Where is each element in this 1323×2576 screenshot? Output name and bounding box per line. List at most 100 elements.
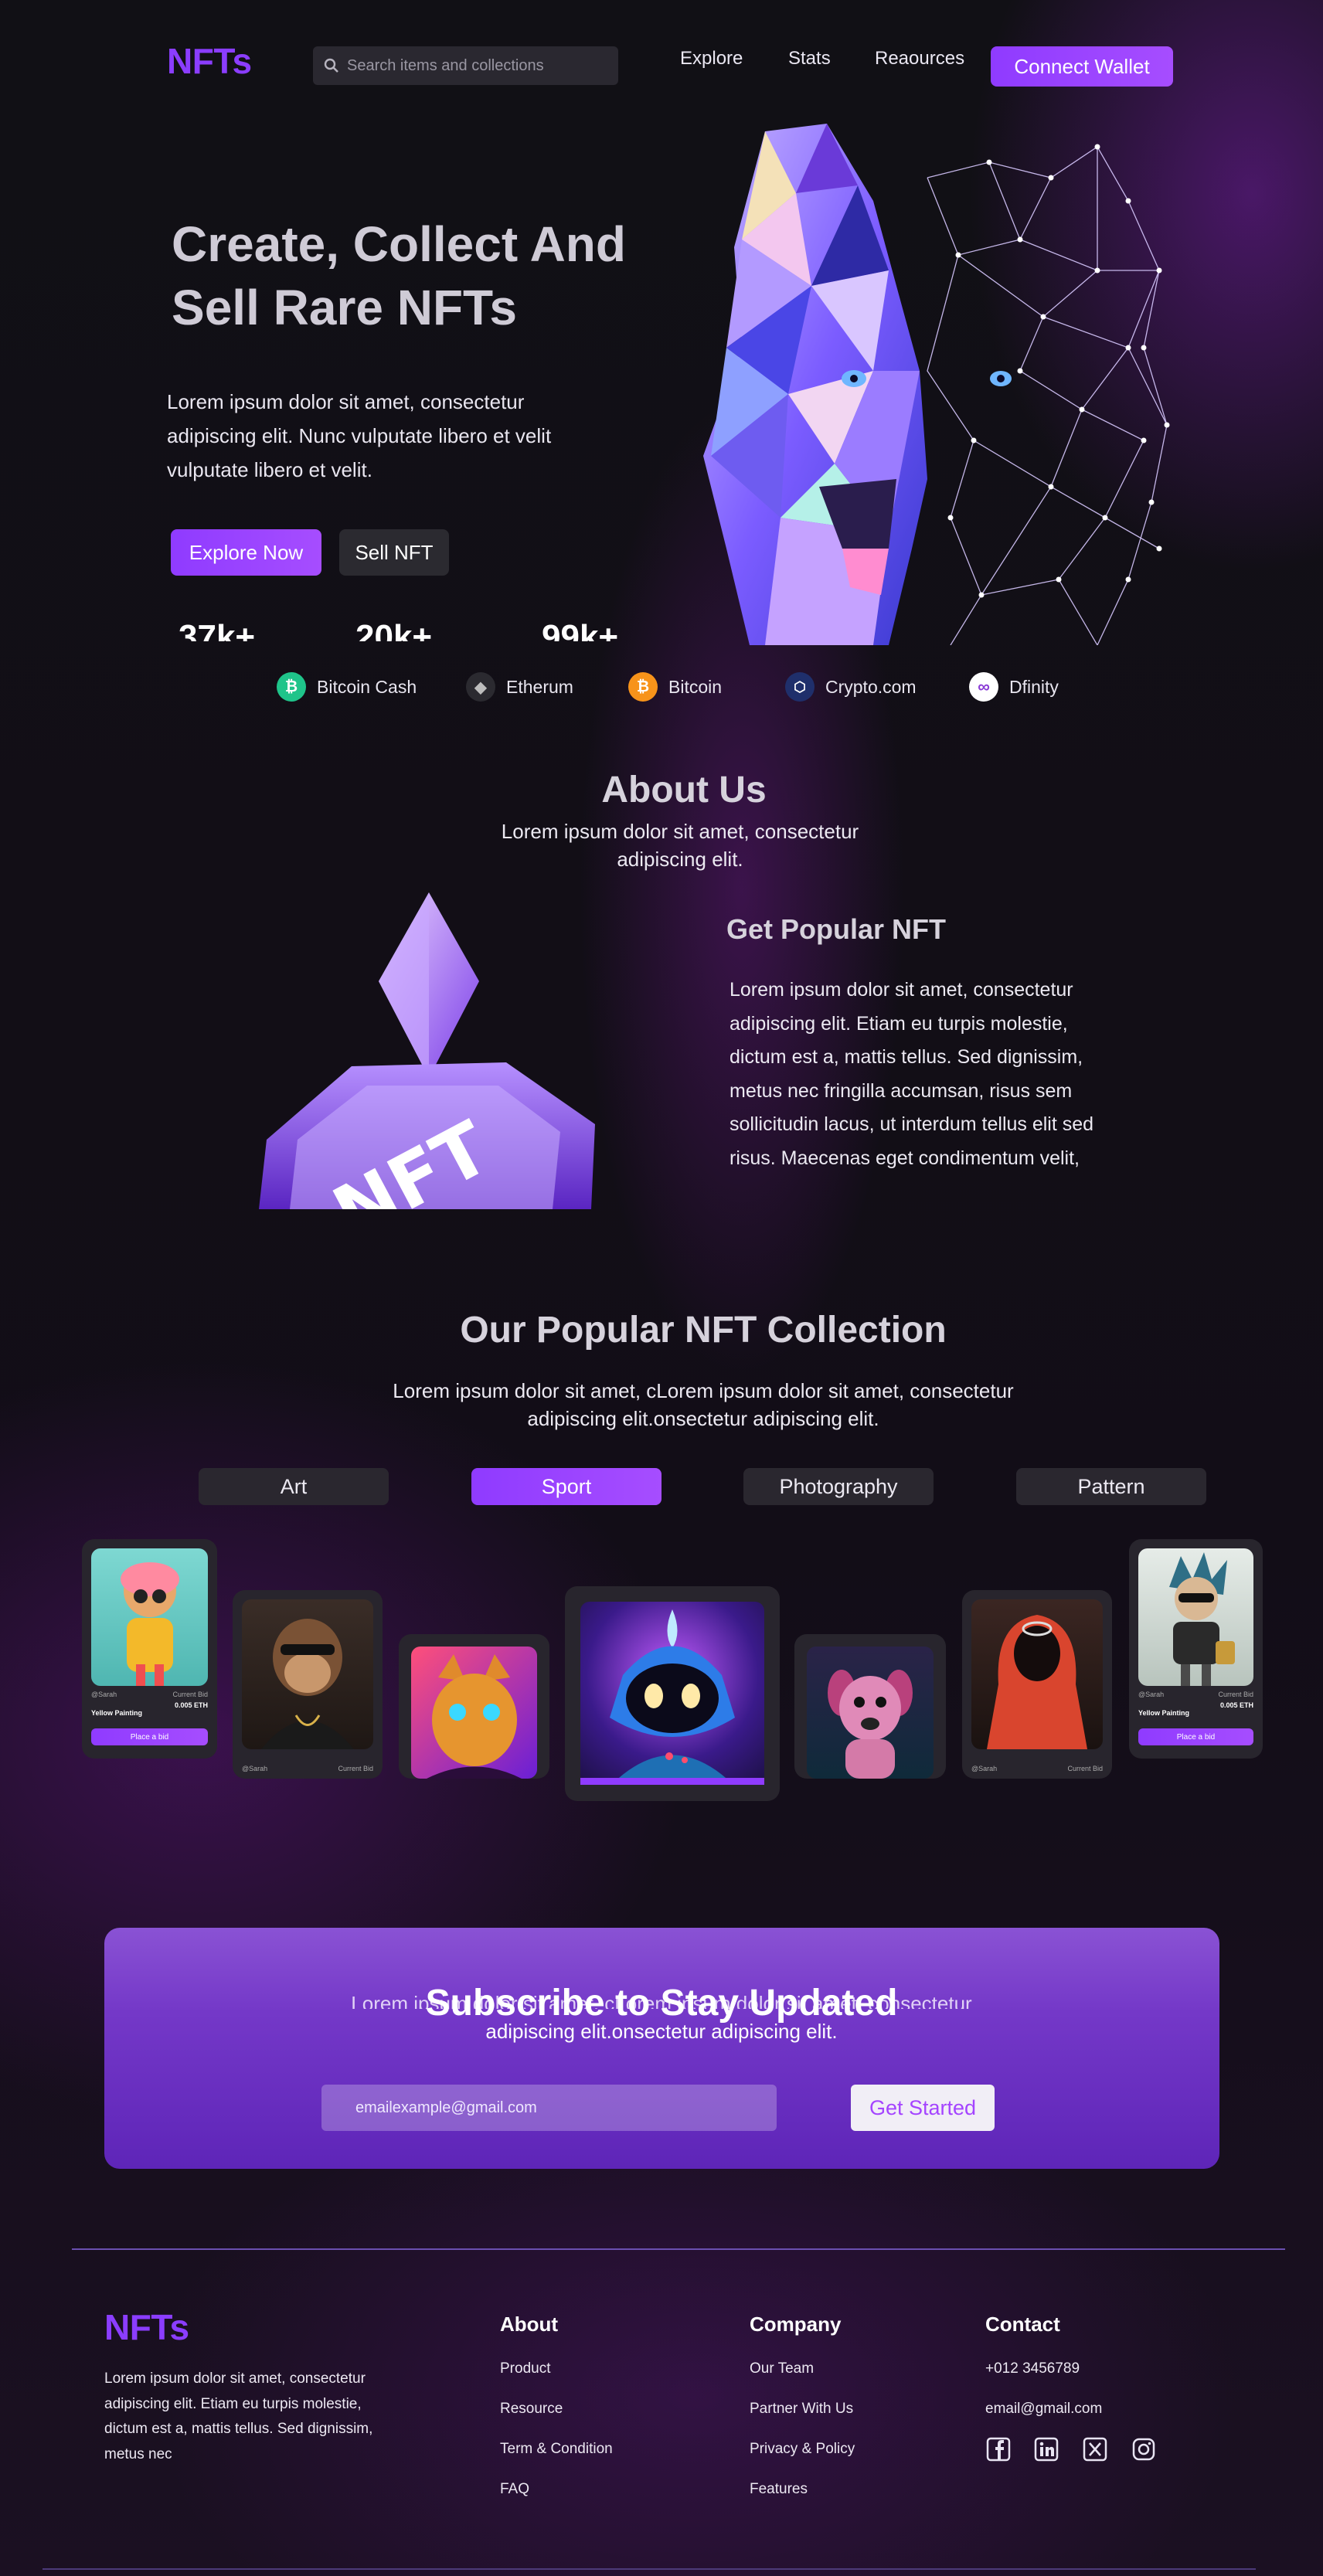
place-bid-button[interactable]: Place a bid: [91, 1728, 208, 1745]
subscribe-title: Subscribe to Stay Updated: [425, 1983, 898, 2024]
nft-card-featured[interactable]: [565, 1586, 780, 1801]
footer-bottom-divider: [43, 2568, 1256, 2570]
card-price: 0.005 ETH: [1219, 1701, 1253, 1709]
footer-link-team[interactable]: Our Team: [750, 2360, 814, 2377]
about-description-text: Lorem ipsum dolor sit amet, consectetur …: [730, 979, 1094, 1169]
nft-card-image: [91, 1548, 208, 1686]
sell-nft-button[interactable]: Sell NFT: [339, 529, 449, 576]
footer-link-partner[interactable]: Partner With Us: [750, 2401, 853, 2418]
nft-3d-image: NFT: [251, 892, 599, 1209]
nft-card[interactable]: @Sarah Current Bid: [962, 1590, 1112, 1779]
popular-nft-heading: Get Popular NFT: [726, 913, 947, 945]
logo[interactable]: NFTs: [167, 40, 252, 82]
hero-title-line-2: Sell Rare NFTs: [172, 280, 517, 335]
card-bid-label: Current Bid: [1067, 1765, 1103, 1772]
nft-card[interactable]: @Sarah Current Bid 0.005 ETH Yellow Pain…: [1129, 1539, 1263, 1759]
nft-card-image: [242, 1599, 373, 1749]
footer-email[interactable]: email@gmail.com: [985, 2401, 1102, 2418]
dfinity-icon: ∞: [969, 672, 998, 702]
card-progress-bar: [580, 1778, 764, 1785]
crypto-label: Dfinity: [1009, 676, 1059, 697]
nft-card-image: [580, 1602, 764, 1785]
nft-card[interactable]: @Sarah Current Bid: [233, 1590, 383, 1779]
search-input[interactable]: [347, 56, 602, 75]
about-title: About Us: [601, 770, 767, 811]
subscribe-text-line-2: adipiscing elit.onsectetur adipiscing el…: [485, 2020, 838, 2043]
card-title: Yellow Painting: [1138, 1709, 1190, 1717]
nav-resources[interactable]: Reaources: [875, 48, 964, 70]
crypto-label: Bitcoin: [668, 676, 723, 697]
card-bid-label: Current Bid: [338, 1765, 373, 1772]
tab-art[interactable]: Art: [199, 1468, 389, 1505]
crypto-crypto-com[interactable]: ⬡ Crypto.com: [785, 672, 917, 702]
footer-link-features[interactable]: Features: [750, 2481, 808, 2498]
card-author: @Sarah: [91, 1691, 117, 1698]
footer-link-faq[interactable]: FAQ: [500, 2481, 529, 2498]
hero-wolf-image: [696, 116, 1175, 646]
collection-title: Our Popular NFT Collection: [460, 1310, 947, 1351]
crypto-bitcoin[interactable]: ₿ Bitcoin: [628, 672, 722, 702]
tab-pattern[interactable]: Pattern: [1016, 1468, 1206, 1505]
nft-card-image: [971, 1599, 1103, 1749]
footer-contact-title: Contact: [985, 2313, 1060, 2336]
crypto-com-icon: ⬡: [785, 672, 815, 702]
stat-value: 20k+: [355, 618, 433, 641]
search-icon: [324, 58, 338, 73]
card-title: Yellow Painting: [91, 1709, 143, 1717]
footer-about-title: About: [500, 2313, 559, 2336]
footer-company-title: Company: [750, 2313, 842, 2336]
crypto-label: Crypto.com: [825, 676, 917, 697]
bitcoin-cash-icon: ₿: [277, 672, 306, 702]
place-bid-button[interactable]: Place a bid: [1138, 1728, 1253, 1745]
footer-link-product[interactable]: Product: [500, 2360, 550, 2377]
card-bid-label: Current Bid: [1218, 1691, 1253, 1698]
explore-now-button[interactable]: Explore Now: [171, 529, 321, 576]
hero-title: Create, Collect And Sell Rare NFTs: [172, 212, 666, 339]
crypto-label: Etherum: [506, 676, 573, 697]
card-author: @Sarah: [242, 1765, 268, 1772]
footer-description: Lorem ipsum dolor sit amet, consectetur …: [104, 2370, 373, 2462]
bitcoin-icon: ₿: [628, 672, 658, 702]
nav-explore[interactable]: Explore: [680, 48, 743, 70]
linkedin-icon[interactable]: [1033, 2436, 1059, 2462]
instagram-icon[interactable]: [1131, 2436, 1157, 2462]
crypto-bitcoin-cash[interactable]: ₿ Bitcoin Cash: [277, 672, 417, 702]
tab-photography[interactable]: Photography: [743, 1468, 934, 1505]
footer-phone[interactable]: +012 3456789: [985, 2360, 1080, 2377]
about-description: Lorem ipsum dolor sit amet, consectetur …: [730, 974, 1116, 1209]
x-icon[interactable]: [1082, 2436, 1108, 2462]
tab-sport[interactable]: Sport: [471, 1468, 662, 1505]
card-price: 0.005 ETH: [174, 1701, 208, 1709]
get-started-button[interactable]: Get Started: [851, 2085, 995, 2131]
card-author: @Sarah: [1138, 1691, 1165, 1698]
crypto-ethereum[interactable]: ◆ Etherum: [466, 672, 573, 702]
footer-divider: [72, 2248, 1285, 2250]
facebook-icon[interactable]: [985, 2436, 1012, 2462]
collection-subtitle: Lorem ipsum dolor sit amet, cLorem ipsum…: [393, 1379, 1014, 1430]
stat-value: 99k+: [542, 618, 619, 641]
crypto-label: Bitcoin Cash: [317, 676, 417, 697]
email-input[interactable]: [321, 2085, 777, 2131]
nav-stats[interactable]: Stats: [788, 48, 831, 70]
footer-link-resource[interactable]: Resource: [500, 2401, 563, 2418]
nft-card[interactable]: [794, 1634, 946, 1779]
about-subtitle: Lorem ipsum dolor sit amet, consectetur …: [501, 820, 859, 871]
footer-link-terms[interactable]: Term & Condition: [500, 2441, 613, 2458]
footer-link-privacy[interactable]: Privacy & Policy: [750, 2441, 855, 2458]
nft-card-image: [411, 1647, 537, 1779]
search-bar[interactable]: [313, 46, 618, 85]
hero-description: Lorem ipsum dolor sit amet, consectetur …: [167, 390, 552, 481]
ethereum-icon: ◆: [466, 672, 495, 702]
connect-wallet-button[interactable]: Connect Wallet: [991, 46, 1173, 87]
footer-logo[interactable]: NFTs: [104, 2306, 189, 2348]
card-bid-label: Current Bid: [172, 1691, 208, 1698]
nft-card[interactable]: @Sarah Current Bid 0.005 ETH Yellow Pain…: [82, 1539, 217, 1759]
subscribe-section: [104, 1928, 1219, 2169]
nft-card-image: [1138, 1548, 1253, 1686]
crypto-dfinity[interactable]: ∞ Dfinity: [969, 672, 1059, 702]
nft-card-image: [807, 1647, 934, 1779]
hero-title-line-1: Create, Collect And: [172, 216, 626, 272]
nft-card[interactable]: [399, 1634, 549, 1779]
card-author: @Sarah: [971, 1765, 998, 1772]
stat-value: 37k+: [179, 618, 256, 641]
